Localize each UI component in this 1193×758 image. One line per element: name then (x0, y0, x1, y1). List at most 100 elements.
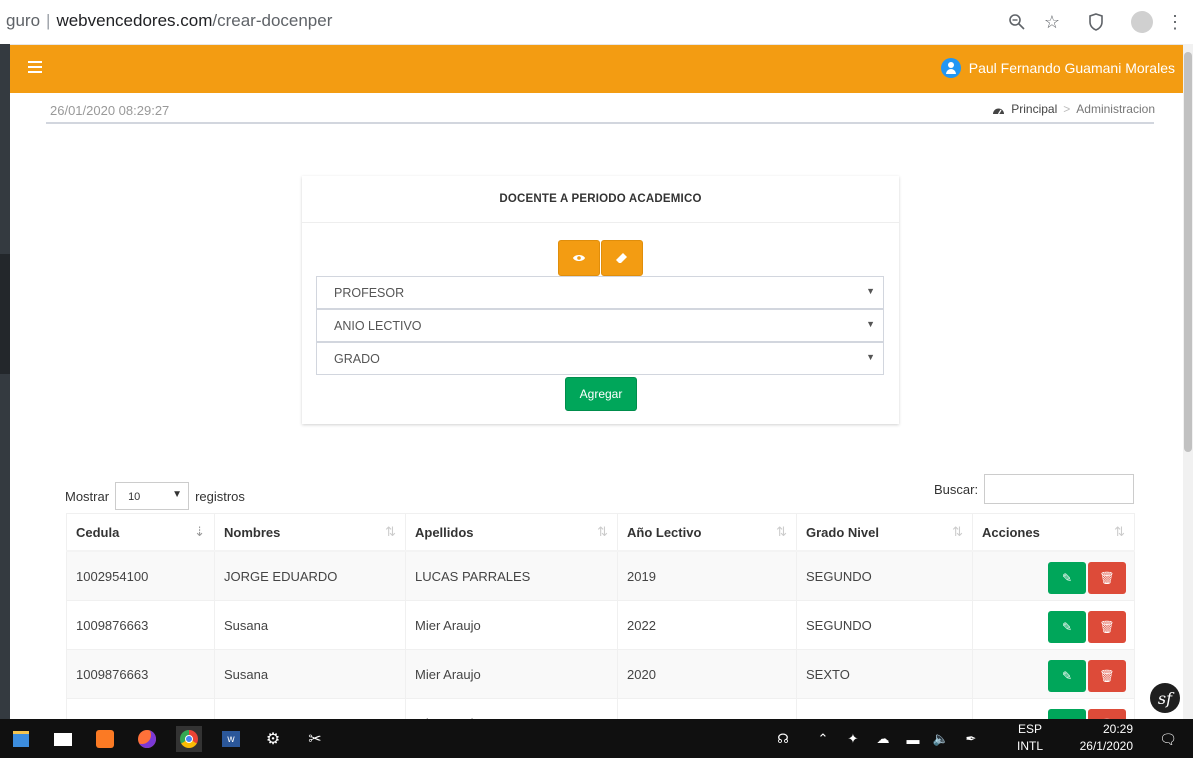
zoom-icon[interactable] (1005, 10, 1029, 34)
xampp-icon[interactable] (92, 726, 118, 752)
extension-shield-icon[interactable] (1084, 10, 1108, 34)
edit-button[interactable]: ✎ (1048, 611, 1086, 643)
chevron-down-icon: ▼ (172, 489, 183, 500)
url-host: webvencedores.com (56, 11, 213, 30)
column-header-acciones[interactable]: Acciones ⇅ (972, 513, 1135, 552)
pen-icon[interactable]: ✒ (958, 726, 984, 752)
dropbox-icon[interactable]: ✦ (840, 726, 866, 752)
cell-nombres: JORGE EDUARDO (214, 550, 406, 601)
sort-icon: ⇅ (952, 524, 963, 539)
symfony-logo-icon[interactable]: sf (1150, 683, 1180, 713)
hamburger-menu-icon[interactable] (28, 61, 42, 73)
length-label-suffix: registros (195, 488, 245, 504)
cell-grado-nivel: SEGUNDO (796, 600, 973, 650)
battery-icon[interactable]: ▬ (900, 726, 926, 752)
user-menu[interactable]: Paul Fernando Guamani Morales (940, 58, 1175, 78)
people-icon[interactable]: ☊ (770, 726, 796, 752)
cell-anio-lectivo: 2022 (617, 600, 797, 650)
sort-icon: ⇅ (776, 524, 787, 539)
view-button[interactable] (558, 240, 600, 276)
notification-icon[interactable]: 🗨 (1155, 726, 1181, 752)
url-separator: | (46, 11, 51, 30)
cell-grado-nivel: SEGUNDO (796, 550, 973, 601)
sort-icon: ⇅ (385, 524, 396, 539)
browser-toolbar: guro | webvencedores.com/crear-docenper ☆ … (0, 0, 1193, 45)
delete-button[interactable]: 🗑 (1088, 660, 1126, 692)
snipping-tool-icon[interactable]: ✂ (302, 726, 328, 752)
cloud-icon[interactable]: ☁ (870, 726, 896, 752)
content-divider (46, 122, 1154, 124)
anio-lectivo-select[interactable]: ANIO LECTIVO ▼ (316, 309, 884, 342)
column-header-cedula[interactable]: Cedula ⇣ (66, 513, 215, 552)
file-explorer-icon[interactable] (8, 726, 34, 752)
table-row: 1009876663 Susana Mier Araujo 2020 SEXTO… (66, 649, 1135, 699)
column-header-apellidos[interactable]: Apellidos ⇅ (405, 513, 618, 552)
user-name: Paul Fernando Guamani Morales (968, 60, 1175, 76)
cell-cedula: 1002954100 (66, 550, 215, 601)
clock-time: 20:29 (1102, 722, 1133, 736)
eraser-icon (616, 253, 627, 263)
page-length-control: Mostrar 10 ▼ registros (65, 482, 245, 510)
cell-nombres: Susana (214, 600, 406, 650)
chevron-up-icon[interactable]: ⌃ (810, 726, 836, 752)
taskbar-clock[interactable]: 20:29 26/1/2020 (1080, 721, 1133, 755)
sort-icon: ⇅ (1114, 524, 1125, 539)
page-length-value: 10 (128, 491, 141, 503)
breadcrumb-administracion: Administracion (1076, 102, 1155, 116)
address-bar[interactable]: guro | webvencedores.com/crear-docenper (6, 11, 332, 31)
lang-layout: INTL (1016, 739, 1043, 753)
browser-menu-icon[interactable]: ⋮ (1163, 10, 1187, 34)
page-scrollbar[interactable] (1183, 44, 1193, 719)
form-title: DOCENTE A PERIODO ACADEMICO (302, 176, 899, 223)
volume-icon[interactable]: 🔈 (928, 726, 954, 752)
grado-select[interactable]: GRADO ▼ (316, 342, 884, 375)
windows-taskbar: w ⚙ ✂ ☊ ⌃ ✦ ☁ ▬ 🔈 ✒ ESP INTL 20:29 26/1/… (0, 719, 1193, 758)
profesor-select[interactable]: PROFESOR ▼ (316, 276, 884, 309)
url-path: /crear-docenper (212, 11, 333, 30)
mail-icon[interactable] (50, 726, 76, 752)
table-header-row: Cedula ⇣ Nombres ⇅ Apellidos ⇅ Año Lectivo ⇅… (66, 513, 1135, 552)
chrome-icon[interactable] (176, 726, 202, 752)
cell-anio-lectivo: 2019 (617, 550, 797, 601)
input-language[interactable]: ESP INTL (1017, 721, 1043, 755)
breadcrumb-separator: > (1063, 102, 1071, 116)
scrollbar-thumb[interactable] (1184, 52, 1192, 452)
left-sidebar-strip (0, 44, 10, 719)
column-header-nombres[interactable]: Nombres ⇅ (214, 513, 406, 552)
cell-cedula: 1009876663 (66, 649, 215, 699)
column-header-anio-lectivo[interactable]: Año Lectivo ⇅ (617, 513, 797, 552)
breadcrumb-principal[interactable]: Principal (1011, 102, 1057, 116)
top-navbar: Paul Fernando Guamani Morales (10, 45, 1183, 93)
clear-button[interactable] (601, 240, 643, 276)
cell-acciones: ✎🗑 (972, 649, 1135, 699)
sort-icon: ⇅ (597, 524, 608, 539)
anio-lectivo-select-value: ANIO LECTIVO (334, 319, 422, 333)
table-search: Buscar: (934, 474, 1135, 504)
edit-button[interactable]: ✎ (1048, 660, 1086, 692)
delete-button[interactable]: 🗑 (1088, 562, 1126, 594)
search-input[interactable] (984, 474, 1135, 504)
lang-code: ESP (1017, 722, 1042, 736)
dashboard-icon (993, 108, 1005, 114)
chevron-down-icon: ▼ (866, 286, 875, 296)
settings-gear-icon[interactable]: ⚙ (260, 726, 286, 752)
grado-select-value: GRADO (334, 352, 380, 366)
column-header-grado-nivel[interactable]: Grado Nivel ⇅ (796, 513, 973, 552)
cell-apellidos: LUCAS PARRALES (405, 550, 618, 601)
delete-button[interactable]: 🗑 (1088, 611, 1126, 643)
assignments-table: Cedula ⇣ Nombres ⇅ Apellidos ⇅ Año Lectivo ⇅… (66, 513, 1135, 748)
current-datetime: 26/01/2020 08:29:27 (50, 103, 170, 118)
star-bookmark-icon[interactable]: ☆ (1040, 10, 1064, 34)
page-length-select[interactable]: 10 ▼ (115, 482, 190, 510)
cell-cedula: 1009876663 (66, 600, 215, 650)
breadcrumb: Principal > Administracion (992, 102, 1155, 116)
firefox-icon[interactable] (134, 726, 160, 752)
clock-date: 26/1/2020 (1079, 739, 1133, 753)
cell-acciones: ✎🗑 (972, 550, 1135, 601)
add-button[interactable]: Agregar (565, 377, 637, 411)
profile-avatar-icon[interactable] (1130, 10, 1154, 34)
word-icon[interactable]: w (218, 726, 244, 752)
edit-button[interactable]: ✎ (1048, 562, 1086, 594)
table-row: 1009876663 Susana Mier Araujo 2022 SEGUN… (66, 600, 1135, 650)
profesor-select-value: PROFESOR (334, 286, 405, 300)
